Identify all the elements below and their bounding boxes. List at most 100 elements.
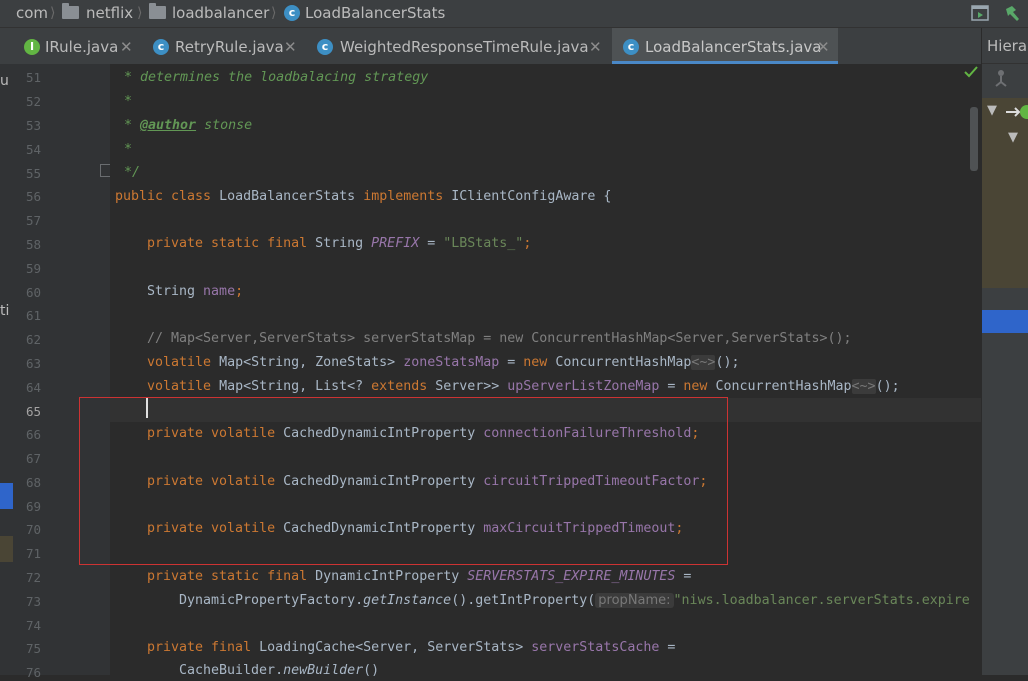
code-line-52: *	[124, 94, 133, 109]
class-ref: CacheBuilder.	[179, 663, 284, 678]
code-line-63: volatile Map<String, ZoneStats> zoneStat…	[147, 353, 739, 373]
keyword: private final	[147, 640, 260, 655]
code-line-51: * determines the loadbalacing strategy	[124, 70, 429, 85]
code-line-55: */	[124, 165, 141, 180]
line-number: 51	[25, 70, 41, 85]
type: String	[315, 236, 372, 251]
code-line-54: *	[124, 142, 133, 157]
navigation-bar: com ⟩ netflix ⟩ loadbalancer ⟩ c LoadBal…	[0, 0, 1028, 28]
line-number: 54	[25, 142, 41, 157]
close-icon[interactable]: ✕	[589, 28, 602, 66]
selected-row-marker	[0, 483, 13, 509]
line-number: 56	[25, 189, 41, 204]
parameter-hint: propName:	[595, 593, 674, 608]
static-method: getInstance	[363, 593, 452, 608]
breadcrumb-item-netflix[interactable]: netflix	[86, 0, 133, 27]
code-line-56: public class LoadBalancerStats implement…	[115, 187, 611, 207]
tab-irule[interactable]: I IRule.java ✕	[12, 28, 140, 64]
tab-label: IRule.java	[45, 38, 119, 56]
line-number: 64	[25, 380, 41, 395]
line-number: 75	[25, 641, 41, 656]
vertical-scrollbar-thumb[interactable]	[970, 107, 978, 171]
line-number: 69	[25, 499, 41, 514]
code-line-72: private static final DynamicIntProperty …	[147, 567, 691, 587]
code-line-75: private final LoadingCache<Server, Serve…	[147, 638, 675, 658]
line-number: 55	[25, 166, 41, 181]
code-line-60: String name;	[147, 282, 243, 302]
class-name: LoadBalancerStats	[219, 189, 364, 204]
code-line-76: CacheBuilder.newBuilder()	[179, 661, 379, 681]
class-icon: c	[317, 39, 333, 55]
semicolon: ;	[235, 284, 244, 299]
tab-label: WeightedResponseTimeRule.java	[340, 38, 589, 56]
line-number: 68	[25, 475, 41, 490]
chevron-right-icon: ⟩	[271, 5, 277, 21]
line-number: 74	[25, 618, 41, 633]
javadoc-author-tag: @author	[140, 118, 197, 133]
divider	[982, 63, 1028, 64]
line-number: 71	[25, 546, 41, 561]
keyword: private static final	[147, 569, 316, 584]
selected-tree-row[interactable]	[982, 310, 1028, 333]
code-line-58: private static final String PREFIX = "LB…	[147, 234, 531, 254]
breadcrumb-item-class[interactable]: LoadBalancerStats	[305, 0, 445, 27]
code-line-62: // Map<Server,ServerStats> serverStatsMa…	[147, 331, 852, 346]
field: SERVERSTATS_EXPIRE_MINUTES	[467, 569, 676, 584]
type: String	[147, 284, 204, 299]
expand-arrow-icon[interactable]: ▼	[1008, 130, 1018, 145]
class-icon: c	[153, 39, 169, 55]
close-icon[interactable]: ✕	[817, 28, 830, 66]
type: LoadingCache<Server, ServerStats>	[259, 640, 532, 655]
folder-icon	[62, 3, 79, 19]
line-number: 62	[25, 332, 41, 347]
project-panel-edge: u ti	[0, 64, 13, 675]
keyword: volatile	[147, 355, 220, 370]
panel-title: Hierar	[987, 37, 1028, 55]
class-hierarchy-icon	[1006, 105, 1028, 119]
static-method: newBuilder	[283, 663, 364, 678]
diamond-hint[interactable]: <~>	[691, 355, 716, 370]
constructor: ConcurrentHashMap	[715, 379, 852, 394]
breadcrumb-item-loadbalancer[interactable]: loadbalancer	[172, 0, 269, 27]
folder-icon	[149, 3, 166, 19]
tab-retryrule[interactable]: c RetryRule.java ✕	[142, 28, 302, 64]
run-window-icon[interactable]	[971, 5, 989, 21]
tab-loadbalancerstats[interactable]: c LoadBalancerStats.java ✕	[612, 28, 838, 64]
semicolon: ;	[523, 236, 532, 251]
call-end: ()	[363, 663, 380, 678]
close-icon[interactable]: ✕	[284, 28, 297, 66]
constructor: ConcurrentHashMap	[555, 355, 692, 370]
line-number: 61	[25, 308, 41, 323]
line-number: 57	[25, 213, 41, 228]
chevron-right-icon: ⟩	[137, 5, 143, 21]
keyword: volatile	[147, 379, 220, 394]
build-hammer-icon[interactable]	[1003, 4, 1021, 22]
annotation-highlight-box	[79, 397, 728, 565]
keyword: new	[683, 379, 716, 394]
highlight-row-marker	[0, 536, 13, 562]
field: serverStatsCache	[531, 640, 660, 655]
tree-area	[982, 98, 1028, 288]
line-number: 72	[25, 570, 41, 585]
operator: =	[659, 640, 676, 655]
keyword: private static final	[147, 236, 316, 251]
close-icon[interactable]: ✕	[120, 28, 133, 66]
type: Map<String, ZoneStats>	[219, 355, 404, 370]
check-icon	[964, 66, 978, 78]
class-icon: c	[284, 5, 300, 21]
comment-star: *	[124, 118, 141, 133]
breadcrumb-item-com[interactable]: com	[16, 0, 48, 27]
hierarchy-tool-icon[interactable]	[992, 68, 1010, 88]
call-end: ();	[875, 379, 900, 394]
tab-weightedresponsetimerule[interactable]: c WeightedResponseTimeRule.java ✕	[305, 28, 610, 64]
string-literal: "LBStats_"	[443, 236, 524, 251]
line-number: 66	[25, 427, 41, 442]
string-literal: "niws.loadbalancer.serverStats.expire	[673, 593, 970, 608]
diamond-hint[interactable]: <~>	[851, 379, 876, 394]
expand-arrow-icon[interactable]: ▼	[987, 103, 997, 118]
line-number: 67	[25, 451, 41, 466]
type: Map<String, List<?	[219, 379, 372, 394]
tab-label: RetryRule.java	[175, 38, 284, 56]
editor-tab-bar: I IRule.java ✕ c RetryRule.java ✕ c Weig…	[0, 28, 981, 65]
field: upServerListZoneMap	[507, 379, 660, 394]
